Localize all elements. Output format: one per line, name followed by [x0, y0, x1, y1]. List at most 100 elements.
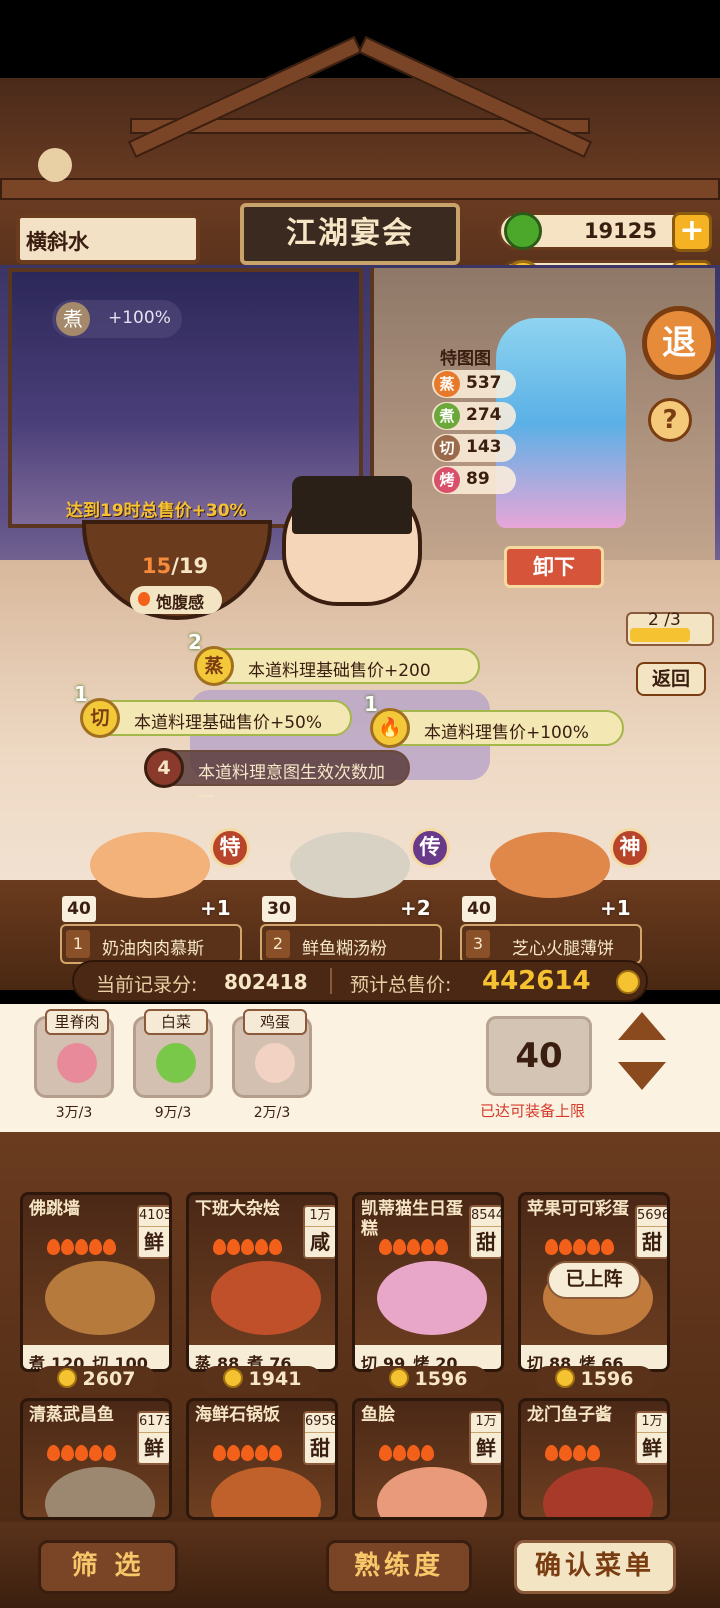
tag-flavor: 甜 — [642, 1230, 662, 1254]
stat-row-3: 烤 89 — [432, 466, 516, 494]
flame-icon — [379, 1239, 392, 1255]
served-dish-2[interactable]: 2 鲜鱼糊汤粉 — [260, 924, 442, 964]
buff-text: 本道料理基础售价+200 — [248, 661, 431, 681]
banner-title: 江湖宴会 — [240, 203, 460, 265]
menu-card-6[interactable]: 鱼脍 1万鲜 — [352, 1398, 504, 1520]
dish-price: 1941 — [202, 1366, 322, 1394]
dish-count: 40 — [462, 896, 496, 922]
flame-icon — [269, 1239, 282, 1255]
coin-icon — [554, 1368, 575, 1388]
flame-icon — [601, 1239, 614, 1255]
menu-card-5[interactable]: 海鲜石锅饭 6958 甜 — [186, 1398, 338, 1520]
coin-icon — [222, 1368, 243, 1388]
difficulty-flames — [47, 1239, 117, 1259]
quantity-display: 40 — [486, 1016, 592, 1096]
satiety-goal: 达到19时总售价+30% — [66, 501, 247, 521]
tag-value: 8544 — [471, 1207, 501, 1227]
exit-button[interactable]: 退 — [642, 306, 716, 380]
ingredient-1[interactable]: 白菜 — [133, 1009, 213, 1098]
buff-1: 本道料理基础售价+50% 切 1 — [74, 682, 352, 738]
dish-name: 佛跳墙 — [29, 1199, 80, 1219]
ingredient-amount: 9万/3 — [154, 1105, 192, 1121]
flame-icon — [47, 1445, 60, 1461]
ingredient-0[interactable]: 里脊肉 — [34, 1009, 114, 1098]
flame-icon — [61, 1239, 74, 1255]
dish-rank-badge: 神 — [610, 828, 650, 868]
served-dish-1[interactable]: 1 奶油肉肉慕斯 — [60, 924, 242, 964]
score-label: 当前记录分: — [96, 974, 198, 996]
flame-icon — [241, 1445, 254, 1461]
tag-value: 4105 — [139, 1207, 169, 1227]
flame-icon — [587, 1239, 600, 1255]
buff-text: 本道料理基础售价+50% — [134, 713, 323, 733]
unload-button[interactable]: 卸下 — [504, 546, 604, 588]
menu-card-4[interactable]: 清蒸武昌鱼 6173 鲜 — [20, 1398, 172, 1520]
flame-icon — [379, 1445, 392, 1461]
decrease-button[interactable] — [618, 1062, 666, 1090]
coin-icon — [56, 1368, 77, 1388]
confirm-menu-button[interactable]: 确认菜单 — [514, 1540, 676, 1594]
satiety-label: 饱腹感 — [130, 586, 222, 614]
help-button[interactable]: ? — [648, 398, 692, 442]
menu-card-7[interactable]: 龙门鱼子酱 1万鲜 — [518, 1398, 670, 1520]
tag-flavor: 甜 — [310, 1436, 330, 1460]
tag-flavor: 鲜 — [144, 1230, 164, 1254]
ingredient-icon — [156, 1043, 196, 1083]
player-name[interactable]: 横斜水 — [16, 214, 200, 264]
status-bar — [0, 0, 720, 78]
dish-image — [543, 1467, 653, 1517]
dish-image — [290, 832, 410, 898]
dish-bonus-value: +1 — [200, 896, 231, 920]
flame-icon — [573, 1239, 586, 1255]
difficulty-flames — [379, 1239, 449, 1259]
buff-icon: 4 — [144, 748, 184, 788]
equipped-label: 已上阵 — [547, 1261, 641, 1299]
buff-2: 本道料理售价+100% 🔥 1 — [364, 692, 624, 748]
flame-icon — [407, 1445, 420, 1461]
flame-icon — [47, 1239, 60, 1255]
flame-icon — [89, 1239, 102, 1255]
difficulty-flames — [213, 1445, 283, 1465]
flavor-tag: 8544 甜 — [469, 1205, 501, 1259]
add-jade-button[interactable]: + — [672, 212, 712, 252]
buff-count: 2 — [188, 630, 202, 654]
chef-hat — [292, 476, 412, 534]
buff-count: 1 — [364, 692, 378, 716]
ingredient-name: 鸡蛋 — [243, 1009, 307, 1035]
fire-icon — [138, 592, 150, 606]
menu-card-2[interactable]: 凯蒂猫生日蛋糕 8544 甜切 99 烤 20 — [352, 1192, 504, 1372]
back-button[interactable]: 返回 — [636, 662, 706, 696]
buff-3: 本道料理意图生效次数加一 4 — [144, 748, 410, 808]
flavor-tag: 1万鲜 — [635, 1411, 667, 1465]
dish-image — [45, 1261, 155, 1335]
tag-value: 1万 — [471, 1413, 501, 1433]
menu-card-0[interactable]: 佛跳墙 4105 鲜煮 120 切 100 — [20, 1192, 172, 1372]
tag-flavor: 鲜 — [642, 1436, 662, 1460]
served-dish-3[interactable]: 3 芝心火腿薄饼 — [460, 924, 642, 964]
proficiency-button[interactable]: 熟练度 — [326, 1540, 472, 1594]
flame-icon — [559, 1239, 572, 1255]
flame-icon — [75, 1239, 88, 1255]
cook-buff: 煮 +100% — [52, 300, 182, 338]
flame-icon — [545, 1239, 558, 1255]
tag-value: 6173 — [139, 1413, 169, 1433]
dish-image — [211, 1261, 321, 1335]
flame-icon — [61, 1445, 74, 1461]
flame-icon — [573, 1445, 586, 1461]
ingredient-2[interactable]: 鸡蛋 — [232, 1009, 312, 1098]
filter-button[interactable]: 筛 选 — [38, 1540, 178, 1594]
dish-image — [211, 1467, 321, 1517]
dish-price: 1596 — [534, 1366, 654, 1394]
price-value: 1941 — [248, 1368, 302, 1390]
flame-icon — [255, 1239, 268, 1255]
stat-value: 89 — [466, 469, 490, 489]
flavor-tag: 4105 鲜 — [137, 1205, 169, 1259]
menu-card-1[interactable]: 下班大杂烩 1万咸蒸 88 煮 76 — [186, 1192, 338, 1372]
flame-icon — [75, 1445, 88, 1461]
tag-value: 1万 — [305, 1207, 335, 1227]
stat-value: 537 — [466, 373, 502, 393]
stat-row-1: 煮 274 — [432, 402, 516, 430]
increase-button[interactable] — [618, 1012, 666, 1040]
menu-card-3[interactable]: 苹果可可彩蛋 5696 甜已上阵切 88 烤 66 — [518, 1192, 670, 1372]
tag-flavor: 鲜 — [144, 1436, 164, 1460]
